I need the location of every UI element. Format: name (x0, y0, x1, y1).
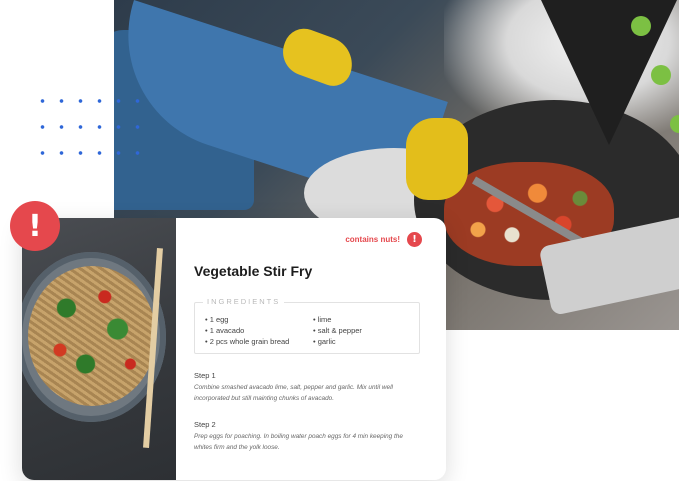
ingredients-heading: INGREDIENTS (203, 297, 285, 306)
step-text: Prep eggs for poaching. In boiling water… (194, 433, 403, 451)
ingredient-item: • salt & pepper (313, 326, 362, 335)
ingredient-item: • lime (313, 315, 332, 324)
step-label: Step 1 (194, 371, 216, 380)
ingredient-item: • 1 egg (205, 315, 229, 324)
recipe-card: contains nuts! ! Vegetable Stir Fry INGR… (22, 218, 446, 480)
step-2: Step 2 Prep eggs for poaching. In boilin… (194, 420, 414, 453)
ingredients-list-right: • lime • salt & pepper • garlic (313, 314, 362, 347)
ingredient-item: • 1 avacado (205, 326, 245, 335)
allergen-warning: contains nuts! ! (345, 232, 422, 247)
stir-fry-photo (22, 218, 176, 480)
step-label: Step 2 (194, 420, 216, 429)
alert-badge-icon: ! (10, 201, 60, 251)
ingredient-item: • garlic (313, 337, 336, 346)
ingredients-list-left: • 1 egg • 1 avacado • 2 pcs whole grain … (205, 314, 289, 347)
recipe-title: Vegetable Stir Fry (194, 263, 313, 279)
green-dot (651, 65, 671, 85)
dot-grid-decoration (33, 88, 143, 170)
ingredients-box: INGREDIENTS • 1 egg • 1 avacado • 2 pcs … (194, 297, 420, 354)
alert-icon: ! (407, 232, 422, 247)
green-dot (631, 16, 651, 36)
ingredient-item: • 2 pcs whole grain bread (205, 337, 290, 346)
allergen-label: contains nuts! (345, 235, 400, 244)
step-text: Combine smashed avacado lime, salt, pepp… (194, 384, 393, 402)
step-1: Step 1 Combine smashed avacado lime, sal… (194, 371, 414, 404)
